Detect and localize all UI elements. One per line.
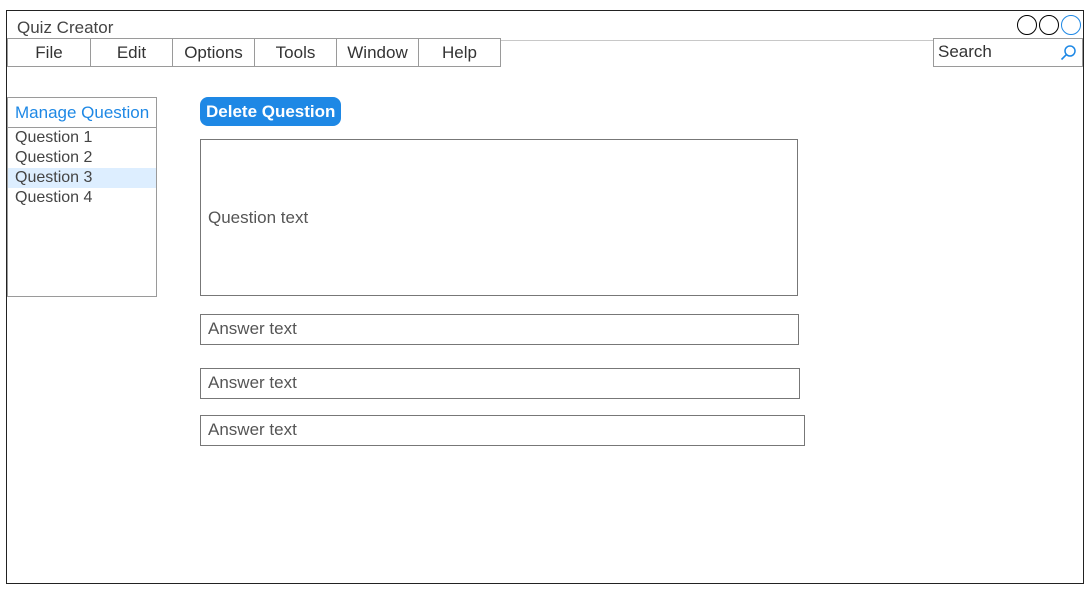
title-bar: Quiz Creator bbox=[7, 11, 1083, 41]
question-list: Question 1 Question 2 Question 3 Questio… bbox=[8, 128, 156, 208]
menu-file[interactable]: File bbox=[7, 38, 91, 67]
delete-question-button[interactable]: Delete Question bbox=[200, 97, 342, 126]
sidebar-item-question-3[interactable]: Question 3 bbox=[8, 168, 156, 188]
sidebar-item-question-1[interactable]: Question 1 bbox=[8, 128, 156, 148]
app-title: Quiz Creator bbox=[17, 18, 114, 37]
close-button[interactable] bbox=[1061, 15, 1081, 35]
menu-tools[interactable]: Tools bbox=[255, 38, 337, 67]
question-text-field[interactable]: Question text bbox=[200, 139, 798, 296]
sidebar-item-question-2[interactable]: Question 2 bbox=[8, 148, 156, 168]
answer-field-3[interactable]: Answer text bbox=[200, 415, 805, 446]
menu-window[interactable]: Window bbox=[337, 38, 419, 67]
sidebar-item-question-4[interactable]: Question 4 bbox=[8, 188, 156, 208]
search-input[interactable] bbox=[938, 42, 1056, 62]
app-window: Quiz Creator File Edit Options Tools Win… bbox=[6, 10, 1084, 584]
search-icon[interactable] bbox=[1059, 44, 1077, 62]
menu-bar: File Edit Options Tools Window Help bbox=[7, 38, 501, 67]
sidebar-header: Manage Question bbox=[8, 98, 156, 128]
answer-field-2[interactable]: Answer text bbox=[200, 368, 800, 399]
minimize-button[interactable] bbox=[1017, 15, 1037, 35]
question-sidebar: Manage Question Question 1 Question 2 Qu… bbox=[7, 97, 157, 297]
answer-field-1[interactable]: Answer text bbox=[200, 314, 799, 345]
menu-options[interactable]: Options bbox=[173, 38, 255, 67]
menu-edit[interactable]: Edit bbox=[91, 38, 173, 67]
maximize-button[interactable] bbox=[1039, 15, 1059, 35]
window-controls bbox=[1017, 15, 1081, 35]
menu-help[interactable]: Help bbox=[419, 38, 501, 67]
search-box bbox=[933, 38, 1083, 67]
